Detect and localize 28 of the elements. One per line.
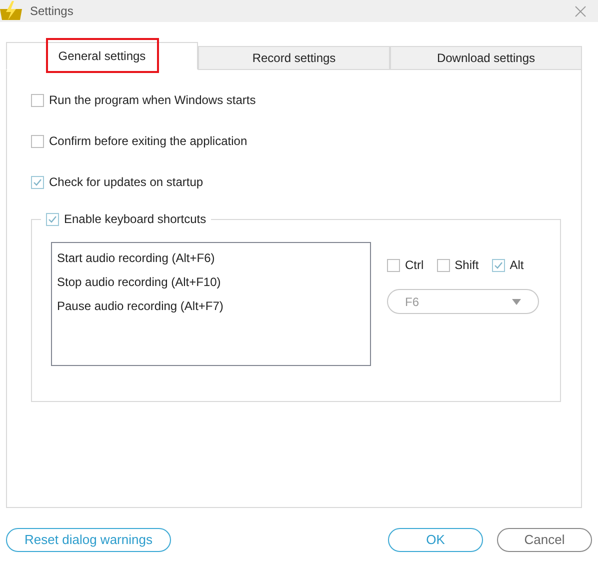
checkbox[interactable] <box>31 176 44 188</box>
tab[interactable]: Record settings <box>198 46 390 70</box>
checkbox[interactable] <box>31 94 44 106</box>
list-item[interactable]: Stop audio recording (Alt+F10) <box>57 273 365 291</box>
modifier-label: Ctrl <box>405 257 424 274</box>
close-icon[interactable] <box>575 6 586 16</box>
list-item[interactable]: Start audio recording (Alt+F6) <box>57 249 365 267</box>
app-logo-icon <box>0 1 22 21</box>
checkbox[interactable] <box>31 134 44 148</box>
checkbox[interactable] <box>46 212 59 226</box>
checkbox[interactable] <box>492 258 505 272</box>
checkbox[interactable] <box>387 258 400 272</box>
dropdown-caret-icon <box>512 298 521 304</box>
group-label: Enable keyboard shortcuts <box>64 211 206 228</box>
dialog-button[interactable]: Cancel <box>497 528 592 552</box>
list-item[interactable]: Pause audio recording (Alt+F7) <box>57 297 365 315</box>
checkmark-icon <box>48 214 57 224</box>
modifier-label: Shift <box>454 257 479 274</box>
modifier-label: Alt <box>510 257 524 274</box>
checkmark-icon <box>494 260 503 270</box>
option-label: Confirm before exiting the application <box>49 133 248 150</box>
option-label: Check for updates on startup <box>49 174 204 191</box>
checkmark-icon <box>33 178 42 186</box>
tab[interactable]: Download settings <box>390 46 582 70</box>
shortcut-list[interactable]: Start audio recording (Alt+F6) Stop audio recording (Alt+F10) Pause audio recording (Alt+F7) <box>51 242 371 366</box>
window-title: Settings <box>30 3 74 20</box>
checkbox[interactable] <box>436 258 450 272</box>
option-label: Run the program when Windows starts <box>49 92 256 109</box>
